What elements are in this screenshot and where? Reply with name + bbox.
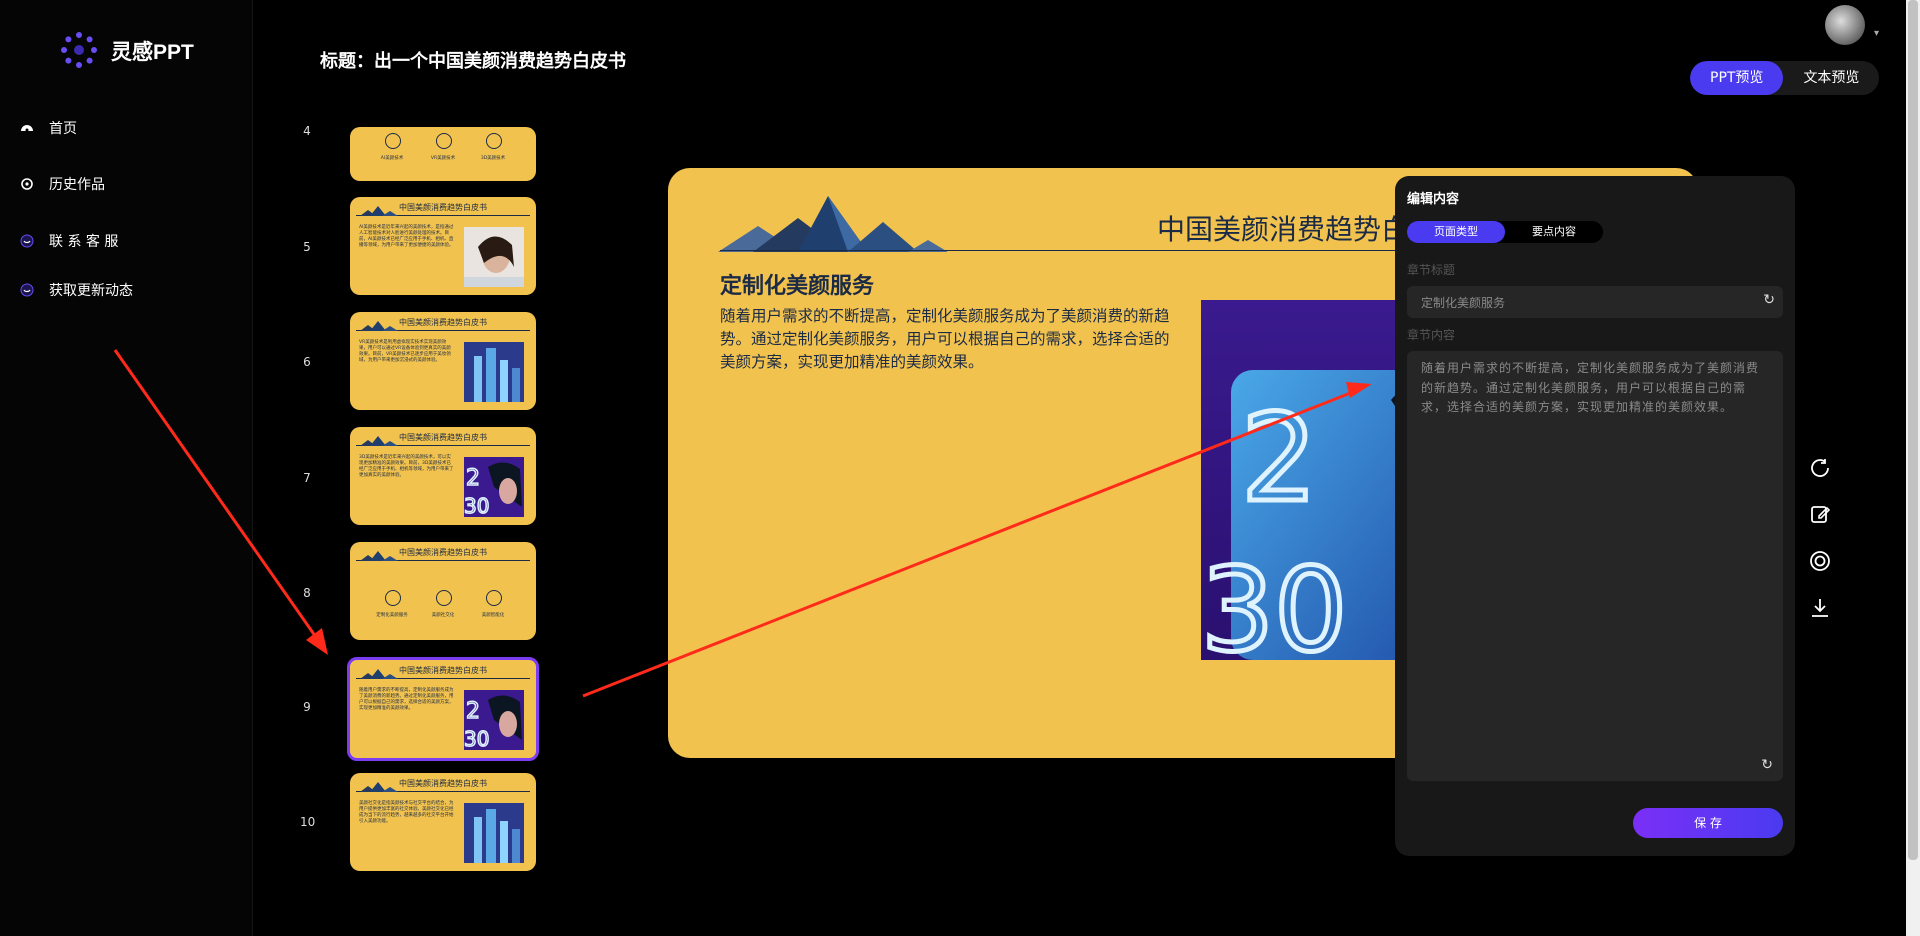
annotation-arrows — [113, 349, 1372, 698]
scrollbar-thumb[interactable] — [1908, 0, 1918, 860]
